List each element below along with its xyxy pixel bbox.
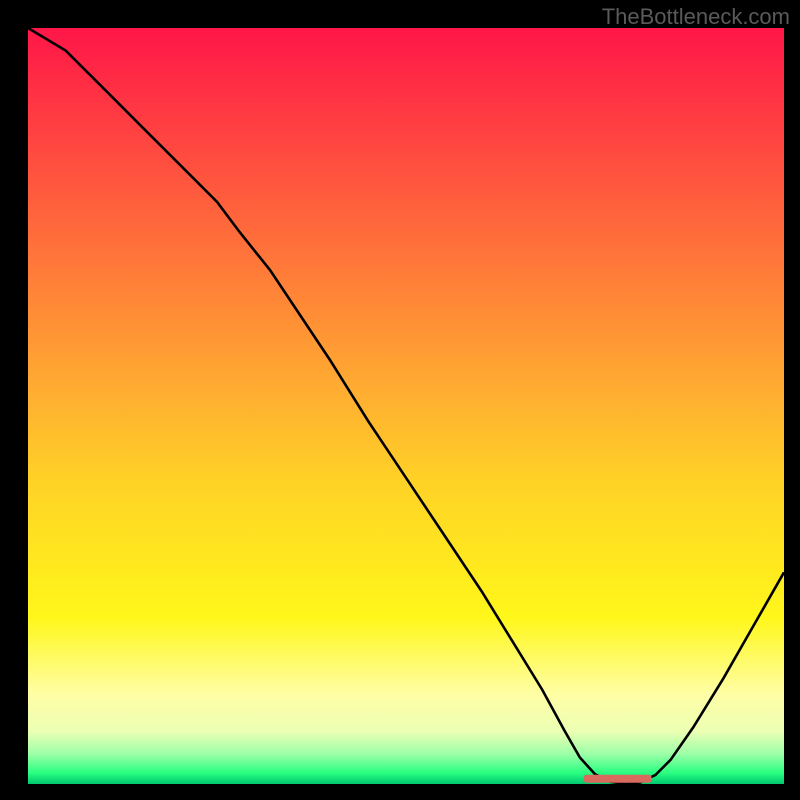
bottleneck-chart (28, 28, 784, 784)
optimal-range-marker (584, 775, 652, 783)
watermark-text: TheBottleneck.com (602, 4, 790, 30)
chart-container (28, 28, 784, 784)
gradient-background (28, 28, 784, 784)
